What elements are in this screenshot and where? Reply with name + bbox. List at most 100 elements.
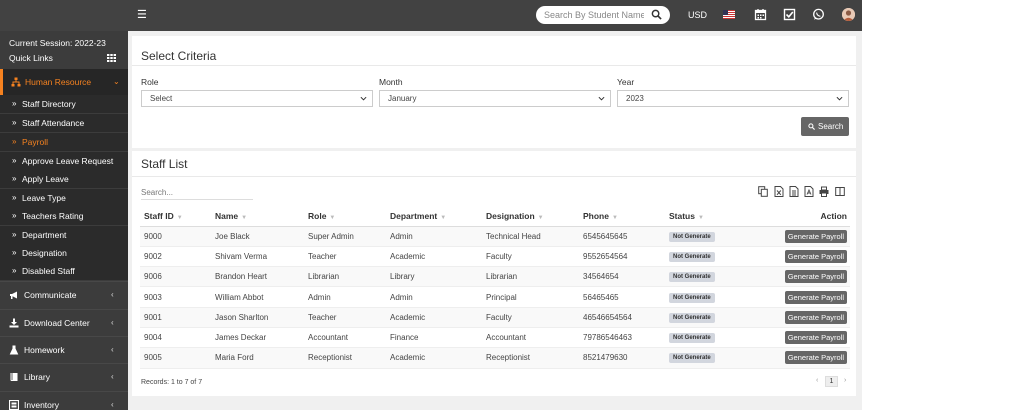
col-status[interactable]: Status ▼ xyxy=(665,206,743,227)
submenu-department[interactable]: » Department xyxy=(0,226,128,244)
sidebar-item-library[interactable]: Library ‹ xyxy=(0,363,128,390)
user-avatar[interactable] xyxy=(842,8,855,21)
cell-designation: Faculty xyxy=(482,246,579,268)
status-badge: Not Generate xyxy=(669,312,715,323)
quick-links[interactable]: Quick Links xyxy=(9,53,53,63)
month-select-value: January xyxy=(388,94,417,103)
year-select[interactable]: 2023 xyxy=(617,90,849,107)
double-chevron-icon: » xyxy=(12,156,17,165)
page-number-button[interactable]: 1 xyxy=(825,376,838,387)
task-check-icon[interactable] xyxy=(783,8,796,21)
submenu-designation[interactable]: » Designation xyxy=(0,244,128,262)
col-designation[interactable]: Designation ▼ xyxy=(482,206,579,227)
col-role[interactable]: Role ▼ xyxy=(304,206,386,227)
table-header-row: Staff ID ▼ Name ▼ Role ▼ Department ▼ Design… xyxy=(140,206,850,227)
cell-status: Not Generate xyxy=(665,266,743,288)
submenu-disabled-staff[interactable]: » Disabled Staff xyxy=(0,262,128,280)
select-criteria-title: Select Criteria xyxy=(141,49,217,63)
search-icon xyxy=(808,123,815,130)
submenu-teachers-rating[interactable]: » Teachers Rating xyxy=(0,207,128,225)
cell-role: Librarian xyxy=(304,266,386,288)
sidebar-item-label: Communicate xyxy=(24,290,77,300)
sidebar-item-label: Homework xyxy=(24,345,65,355)
table-row: 9000 Joe Black Super Admin Admin Technic… xyxy=(140,226,850,247)
cell-phone: 56465465 xyxy=(579,286,665,308)
excel-icon[interactable] xyxy=(774,186,784,197)
cell-designation: Principal xyxy=(482,286,579,308)
cell-phone: 79786546463 xyxy=(579,327,665,349)
table-row: 9002 Shivam Verma Teacher Academic Facul… xyxy=(140,246,850,268)
submenu-staff-attendance[interactable]: » Staff Attendance xyxy=(0,114,128,132)
status-badge: Not Generate xyxy=(669,353,715,364)
generate-payroll-button[interactable]: Generate Payroll xyxy=(784,270,847,284)
copy-icon[interactable] xyxy=(758,186,768,197)
cell-action: Generate Payroll xyxy=(743,266,850,288)
cell-staff-id: 9001 xyxy=(140,307,211,328)
table-search-input[interactable] xyxy=(141,186,253,200)
col-staff-id[interactable]: Staff ID ▼ xyxy=(140,206,211,227)
calendar-icon[interactable] xyxy=(754,8,767,21)
submenu-leave-type[interactable]: » Leave Type xyxy=(0,189,128,207)
cell-staff-id: 9000 xyxy=(140,226,211,247)
sidebar-item-inventory[interactable]: Inventory ‹ xyxy=(0,391,128,410)
csv-icon[interactable] xyxy=(789,186,799,197)
bullhorn-icon xyxy=(10,291,17,299)
status-badge: Not Generate xyxy=(669,272,715,283)
cell-action: Generate Payroll xyxy=(743,327,850,349)
submenu-approve-leave-request[interactable]: » Approve Leave Request xyxy=(0,152,128,170)
top-navbar: ☰ USD xyxy=(0,0,862,31)
current-session[interactable]: Current Session: 2022-23 xyxy=(9,38,106,48)
submenu-staff-directory[interactable]: » Staff Directory xyxy=(0,95,128,113)
role-select[interactable]: Select xyxy=(141,90,373,107)
col-department[interactable]: Department ▼ xyxy=(386,206,482,227)
sidebar-item-download-center[interactable]: Download Center ‹ xyxy=(0,309,128,336)
search-button[interactable]: Search xyxy=(801,117,849,136)
cell-staff-id: 9005 xyxy=(140,347,211,369)
search-icon[interactable] xyxy=(651,9,662,20)
submenu-label: Teachers Rating xyxy=(22,211,84,221)
double-chevron-icon: » xyxy=(12,211,17,220)
flask-icon xyxy=(9,345,19,355)
generate-payroll-button[interactable]: Generate Payroll xyxy=(784,249,847,263)
student-search-input[interactable] xyxy=(544,9,644,21)
cell-name: Brandon Heart xyxy=(211,266,304,288)
submenu-label: Leave Type xyxy=(22,193,66,203)
sidebar-item-label: Library xyxy=(24,372,50,382)
generate-payroll-button[interactable]: Generate Payroll xyxy=(784,229,847,243)
submenu-label: Approve Leave Request xyxy=(22,156,114,166)
grid-icon[interactable] xyxy=(107,54,116,62)
inventory-icon xyxy=(9,400,19,410)
us-flag-icon[interactable] xyxy=(723,10,735,19)
col-name[interactable]: Name ▼ xyxy=(211,206,304,227)
columns-icon[interactable] xyxy=(835,186,845,197)
submenu-payroll[interactable]: » Payroll xyxy=(0,133,128,151)
chevron-right-icon[interactable]: › xyxy=(844,377,846,384)
whatsapp-icon[interactable] xyxy=(812,8,825,21)
pdf-icon[interactable] xyxy=(804,186,814,197)
cell-phone: 6545645645 xyxy=(579,226,665,247)
sidebar-item-homework[interactable]: Homework ‹ xyxy=(0,336,128,363)
currency-selector[interactable]: USD xyxy=(688,10,707,20)
generate-payroll-button[interactable]: Generate Payroll xyxy=(784,351,847,365)
records-count: Records: 1 to 7 of 7 xyxy=(141,379,203,386)
generate-payroll-button[interactable]: Generate Payroll xyxy=(784,310,847,324)
cell-status: Not Generate xyxy=(665,307,743,328)
cell-role: Receptionist xyxy=(304,347,386,369)
print-icon[interactable] xyxy=(819,186,829,197)
submenu-apply-leave[interactable]: » Apply Leave xyxy=(0,170,128,188)
col-phone[interactable]: Phone ▼ xyxy=(579,206,665,227)
sidebar-item-human-resource[interactable]: Human Resource ⌄ xyxy=(0,69,128,95)
cell-phone: 9552654564 xyxy=(579,246,665,268)
chevron-left-icon[interactable]: ‹ xyxy=(816,377,818,384)
double-chevron-icon: » xyxy=(12,230,17,239)
month-select[interactable]: January xyxy=(379,90,611,107)
sidebar-item-communicate[interactable]: Communicate ‹ xyxy=(0,281,128,308)
menu-toggle-icon[interactable]: ☰ xyxy=(137,10,147,21)
month-label: Month xyxy=(379,77,403,87)
chevron-down-icon xyxy=(360,96,367,101)
brand-area xyxy=(0,0,128,31)
year-label: Year xyxy=(617,77,635,87)
generate-payroll-button[interactable]: Generate Payroll xyxy=(784,290,847,304)
generate-payroll-button[interactable]: Generate Payroll xyxy=(784,331,847,345)
cell-action: Generate Payroll xyxy=(743,347,850,369)
